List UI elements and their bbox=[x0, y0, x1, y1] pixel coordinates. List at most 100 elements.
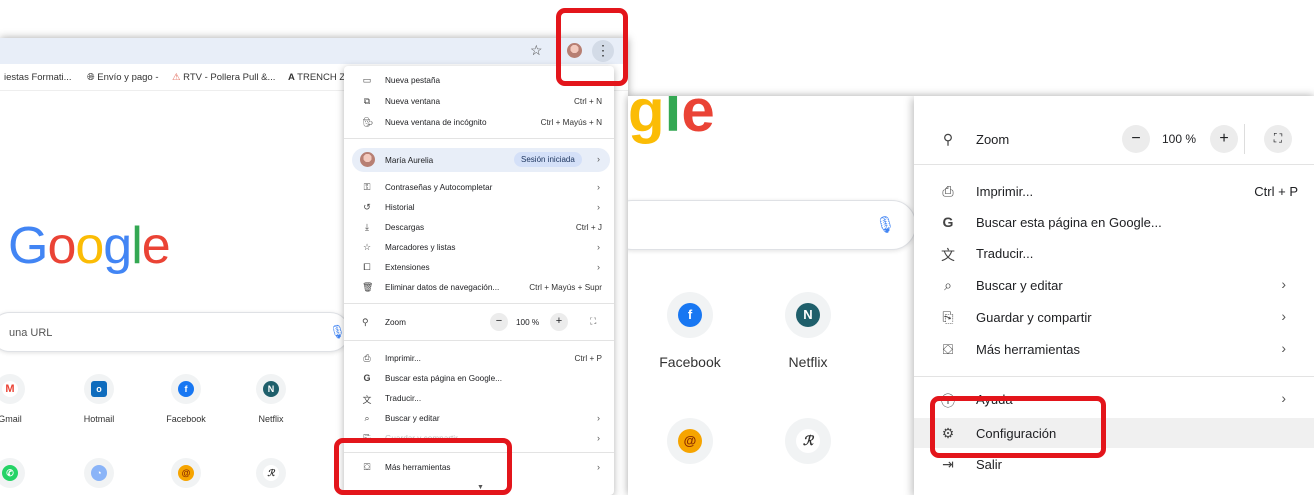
shortcut-signature[interactable]: ℛ bbox=[236, 458, 306, 495]
chevron-right-icon: › bbox=[597, 154, 600, 164]
chevron-right-icon: › bbox=[1281, 308, 1286, 324]
menu-item-extensions[interactable]: ⧠ Extensiones › bbox=[344, 257, 614, 277]
menu-item-label: Salir bbox=[976, 457, 1003, 472]
signature-logo-icon: ℛ bbox=[796, 429, 820, 453]
bookmark-item[interactable]: A TRENCH ZI bbox=[288, 72, 348, 83]
printer-icon: ⎙ bbox=[363, 353, 371, 363]
menu-item-search-google[interactable]: G Buscar esta página en Google... bbox=[344, 368, 614, 388]
search-box[interactable]: una URL 🎙︎ bbox=[0, 312, 350, 352]
menu-divider bbox=[344, 303, 614, 304]
google-g-icon: G bbox=[942, 214, 954, 230]
zoom-in-button[interactable]: + bbox=[550, 313, 568, 331]
menu-item-downloads[interactable]: ⤓ Descargas Ctrl + J bbox=[344, 217, 614, 237]
menu-item-clear-data[interactable]: 🗑︎ Eliminar datos de navegación... Ctrl … bbox=[344, 277, 614, 297]
netflix-icon: N bbox=[263, 381, 279, 397]
bookmark-item[interactable]: 🌐︎ Envío y pago - bbox=[87, 72, 159, 83]
shortcut-label: Netflix bbox=[788, 354, 828, 370]
microphone-icon[interactable]: 🎙︎ bbox=[875, 215, 895, 235]
shortcut-hotmail[interactable]: o Hotmail bbox=[64, 374, 134, 424]
fullscreen-icon[interactable]: ⛶ bbox=[1264, 125, 1292, 153]
shortcut-label: Netflix bbox=[258, 414, 284, 424]
menu-item-label: Guardar y compartir bbox=[976, 310, 1092, 325]
shortcut-signature[interactable]: ℛ bbox=[758, 418, 858, 480]
menu-divider bbox=[914, 164, 1314, 165]
menu-item-translate[interactable]: 文 Traducir... bbox=[344, 388, 614, 408]
menu-item-label: Imprimir... bbox=[385, 354, 421, 363]
menu-item-label: Más herramientas bbox=[976, 342, 1081, 357]
toolbox-icon: ⛋ bbox=[942, 341, 954, 357]
shortcut-whatsapp[interactable]: ✆ bbox=[0, 458, 45, 495]
zoom-out-button[interactable]: − bbox=[490, 313, 508, 331]
status-badge: Sesión iniciada bbox=[514, 152, 582, 167]
shortcut-netflix[interactable]: N Netflix bbox=[758, 292, 858, 370]
bookmark-item[interactable]: iestas Formati... bbox=[4, 72, 72, 83]
menu-item-shortcut: Ctrl + N bbox=[574, 97, 602, 106]
chevron-right-icon: › bbox=[1281, 276, 1286, 292]
zoom-divider bbox=[1244, 124, 1245, 154]
profile-name: María Aurelia bbox=[385, 156, 434, 165]
menu-item-label: Buscar esta página en Google... bbox=[976, 215, 1162, 230]
shortcut-spiral[interactable]: @ bbox=[640, 418, 740, 480]
shortcut-gmail[interactable]: M Gmail bbox=[0, 374, 45, 424]
shortcut-label: Gmail bbox=[0, 414, 22, 424]
shortcut-label: Facebook bbox=[166, 414, 206, 424]
highlight-box-more-tools bbox=[334, 438, 512, 495]
incognito-icon: 🕵︎ bbox=[362, 117, 374, 127]
menu-item-translate[interactable]: 文 Traducir... bbox=[914, 238, 1314, 268]
chevron-right-icon: › bbox=[597, 202, 600, 212]
download-icon: ⤓ bbox=[365, 222, 369, 232]
signature-logo-icon: ℛ bbox=[263, 465, 279, 481]
menu-item-history[interactable]: ↺ Historial › bbox=[344, 197, 614, 217]
zoom-out-button[interactable]: − bbox=[1122, 125, 1150, 153]
menu-item-incognito[interactable]: 🕵︎ Nueva ventana de incógnito Ctrl + May… bbox=[344, 112, 614, 132]
menu-item-label: Traducir... bbox=[385, 394, 422, 403]
zoom-value: 100 % bbox=[516, 318, 540, 327]
search-box[interactable]: 🎙︎ bbox=[628, 200, 916, 250]
chevron-right-icon: › bbox=[597, 262, 600, 272]
zoom-in-button[interactable]: + bbox=[1210, 125, 1238, 153]
shortcut-clock[interactable]: ◔ bbox=[64, 458, 134, 495]
shortcut-facebook[interactable]: f Facebook bbox=[640, 292, 740, 370]
zoom-icon: ⚲ bbox=[942, 131, 954, 147]
chevron-right-icon: › bbox=[597, 182, 600, 192]
left-screenshot: ☆ ⋮ iestas Formati... 🌐︎ Envío y pago - … bbox=[0, 38, 628, 495]
shortcut-label: Hotmail bbox=[83, 414, 115, 424]
menu-item-new-window[interactable]: ⧉ Nueva ventana Ctrl + N bbox=[344, 91, 614, 111]
outlook-icon: o bbox=[91, 381, 107, 397]
menu-item-search-google[interactable]: G Buscar esta página en Google... bbox=[914, 207, 1314, 237]
facebook-icon: f bbox=[678, 303, 702, 327]
google-logo: Google bbox=[8, 217, 171, 275]
shortcut-facebook[interactable]: f Facebook bbox=[151, 374, 221, 424]
chevron-right-icon: › bbox=[597, 242, 600, 252]
menu-item-bookmarks[interactable]: ☆ Marcadores y listas › bbox=[344, 237, 614, 257]
menu-item-print[interactable]: ⎙ Imprimir... Ctrl + P bbox=[914, 176, 1314, 206]
shortcut-spiral[interactable]: @ bbox=[151, 458, 221, 495]
spiral-logo-icon: @ bbox=[678, 429, 702, 453]
menu-item-save-share[interactable]: ⎘ Guardar y compartir › bbox=[914, 302, 1314, 332]
menu-item-passwords[interactable]: ⚿ Contraseñas y Autocompletar › bbox=[344, 177, 614, 197]
menu-item-print[interactable]: ⎙ Imprimir... Ctrl + P bbox=[344, 348, 614, 368]
menu-item-more-tools[interactable]: ⛋ Más herramientas › bbox=[914, 334, 1314, 364]
menu-item-label: Extensiones bbox=[385, 263, 430, 272]
menu-divider bbox=[344, 340, 614, 341]
menu-item-label: Imprimir... bbox=[976, 184, 1034, 199]
fullscreen-icon[interactable]: ⛶ bbox=[590, 316, 596, 327]
globe-icon: 🌐︎ bbox=[87, 72, 98, 83]
highlight-box-settings bbox=[930, 396, 1106, 458]
profile-row[interactable]: María Aurelia Sesión iniciada › bbox=[352, 148, 610, 172]
shortcut-netflix[interactable]: N Netflix bbox=[236, 374, 306, 424]
menu-item-label: Buscar y editar bbox=[385, 414, 440, 423]
highlight-box-menu-button bbox=[556, 8, 628, 86]
bookmark-label: Envío y pago - bbox=[97, 72, 159, 83]
menu-item-find-edit[interactable]: ⌕ Buscar y editar › bbox=[914, 270, 1314, 300]
bookmark-star-icon[interactable]: ☆ bbox=[530, 42, 543, 59]
menu-item-find-edit[interactable]: ⌕ Buscar y editar › bbox=[344, 408, 614, 428]
bookmark-item[interactable]: ⚠︎ RTV - Pollera Pull &... bbox=[172, 72, 275, 83]
avatar bbox=[360, 152, 375, 167]
chevron-right-icon: › bbox=[597, 433, 600, 443]
menu-item-label: Nueva ventana de incógnito bbox=[385, 118, 487, 127]
rtv-logo-icon: ⚠︎ bbox=[172, 72, 184, 83]
a-letter-icon: A bbox=[288, 72, 298, 83]
zoom-row: ⚲ Zoom − 100 % + ⛶ bbox=[344, 312, 614, 334]
spiral-logo-icon: @ bbox=[178, 465, 194, 481]
